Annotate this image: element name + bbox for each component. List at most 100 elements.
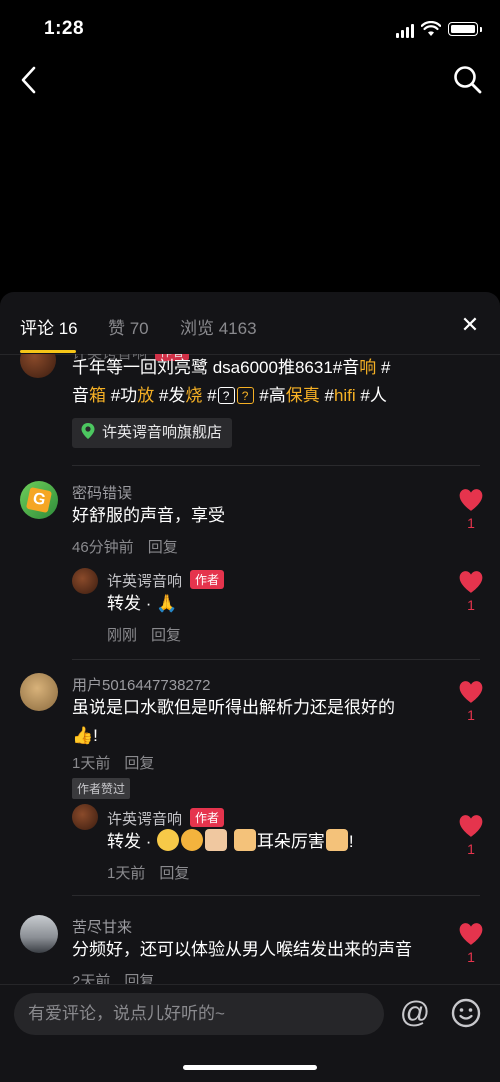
- comment-text: 分频好，还可以体验从男人喉结发出来的声音: [72, 940, 412, 959]
- reply-username-text: 许英谔音响: [107, 811, 183, 828]
- avatar[interactable]: [20, 673, 58, 711]
- reply-username-text: 许英谔音响: [107, 573, 183, 590]
- avatar[interactable]: [20, 354, 56, 378]
- clap-emoji-icon: [205, 829, 228, 851]
- divider: [72, 895, 480, 896]
- hashtag-highlight[interactable]: 响: [359, 358, 376, 377]
- reply-button[interactable]: 回复: [148, 539, 178, 556]
- comment-text-line: 👍!: [72, 726, 98, 745]
- avatar[interactable]: [20, 915, 58, 953]
- grin-emoji-icon: [157, 829, 180, 851]
- tab-comments[interactable]: 评论 16: [20, 314, 78, 339]
- cellular-signal-icon: [396, 24, 414, 38]
- unknown-glyph: ?: [236, 387, 254, 404]
- heart-icon: [459, 571, 483, 593]
- reply-text-part: !: [348, 832, 354, 851]
- comment-input-bar: @: [0, 984, 500, 1082]
- reply-username[interactable]: 许英谔音响 作者: [107, 570, 225, 591]
- like-button[interactable]: 1: [456, 488, 486, 531]
- hashtag-highlight[interactable]: 箱: [89, 386, 106, 405]
- at-icon[interactable]: @: [398, 995, 432, 1031]
- divider: [72, 465, 480, 466]
- unknown-glyph: ?: [217, 387, 235, 404]
- hashtag-highlight[interactable]: 烧: [185, 386, 202, 405]
- comment-list: 许英谔音响作者 千年等一回刘亮鹭 dsa6000推8631#音响 #音箱 #功放…: [0, 354, 500, 984]
- tab-likes[interactable]: 赞 70: [108, 314, 149, 339]
- comment-time: 刚刚: [107, 627, 138, 644]
- laughing-emoji-icon: [181, 829, 204, 851]
- comment-input[interactable]: [14, 993, 384, 1035]
- comment-username[interactable]: 密码错误: [72, 482, 132, 503]
- status-time: 1:28: [44, 18, 85, 39]
- wifi-icon: [421, 21, 441, 36]
- avatar[interactable]: [72, 804, 98, 830]
- comment-meta: 2天前 回复: [72, 970, 154, 984]
- tab-views[interactable]: 浏览 4163: [180, 314, 257, 339]
- reply-button[interactable]: 回复: [124, 973, 154, 984]
- like-button[interactable]: 1: [456, 570, 486, 613]
- comment-time: 46分钟前: [72, 539, 134, 556]
- post-text-part: 音: [72, 386, 89, 405]
- reply-button[interactable]: 回复: [159, 865, 189, 882]
- post-text-part: #功: [106, 386, 138, 405]
- store-label: 许英谔音响旗舰店: [102, 424, 223, 441]
- reply-text: 转发 · 🙏: [107, 594, 178, 613]
- author-tag: 作者: [190, 570, 225, 589]
- heart-icon: [459, 815, 483, 837]
- status-bar: 1:28: [0, 0, 500, 60]
- comment-time: 1天前: [72, 755, 111, 772]
- battery-cap: [480, 27, 482, 32]
- post-text-part: #: [202, 386, 217, 405]
- like-count: 1: [467, 841, 475, 857]
- reply-username[interactable]: 许英谔音响 作者: [107, 808, 225, 829]
- emoji-icon[interactable]: [450, 997, 482, 1029]
- post-text-part: #: [319, 386, 334, 405]
- thumbs-up-emoji-icon: [325, 829, 348, 851]
- comment-meta: 46分钟前 回复: [72, 536, 178, 557]
- active-tab-indicator: [20, 350, 76, 353]
- hashtag-highlight[interactable]: hifi: [334, 386, 356, 405]
- post-text-part: #: [376, 358, 391, 377]
- avatar[interactable]: [72, 568, 98, 594]
- comment-meta: 1天前 回复: [72, 752, 154, 773]
- reply-text-part: 耳朵厉害: [256, 832, 325, 851]
- battery-icon: [448, 22, 478, 36]
- like-count: 1: [467, 515, 475, 531]
- location-pin-icon: [81, 423, 95, 439]
- hashtag-highlight[interactable]: 放: [137, 386, 154, 405]
- comment-sheet: 评论 16 赞 70 浏览 4163 ✕ 许英谔音响作者 千年等一回刘亮鹭 ds…: [0, 292, 500, 1082]
- post-text-part: 千年等一回刘亮鹭 dsa6000推8631#音: [72, 358, 360, 377]
- author-tag: 作者: [190, 808, 225, 827]
- heart-icon: [459, 489, 483, 511]
- post-text-part: #发: [154, 386, 186, 405]
- avatar[interactable]: G: [20, 481, 58, 519]
- author-liked-badge: 作者赞过: [72, 778, 131, 799]
- tab-bar: 评论 16 赞 70 浏览 4163 ✕: [0, 292, 500, 355]
- like-button[interactable]: 1: [456, 814, 486, 857]
- reply-button[interactable]: 回复: [124, 755, 154, 772]
- divider: [72, 659, 480, 660]
- like-button[interactable]: 1: [456, 922, 486, 965]
- thumbs-up-emoji-icon: [233, 829, 256, 851]
- comment-meta: 刚刚 回复: [107, 624, 181, 645]
- comment-time: 1天前: [107, 865, 146, 882]
- store-link[interactable]: 许英谔音响旗舰店: [72, 418, 233, 448]
- post-text-part: #高: [254, 386, 286, 405]
- reply-button[interactable]: 回复: [151, 627, 181, 644]
- comment-time: 2天前: [72, 973, 111, 984]
- close-icon[interactable]: ✕: [456, 311, 484, 339]
- reply-text-part: 转发 ·: [107, 832, 157, 851]
- heart-icon: [459, 923, 483, 945]
- post-text-part: #人: [355, 386, 387, 405]
- back-icon[interactable]: [14, 62, 46, 98]
- like-count: 1: [467, 597, 475, 613]
- like-count: 1: [467, 707, 475, 723]
- comment-username[interactable]: 苦尽甘来: [72, 916, 132, 937]
- comment-username[interactable]: 用户5016447738272: [72, 674, 210, 695]
- search-icon[interactable]: [452, 64, 484, 96]
- heart-icon: [459, 681, 483, 703]
- comment-text: 虽说是口水歌但是听得出解析力还是很好的 👍!: [72, 694, 442, 750]
- hashtag-highlight[interactable]: 保真: [286, 386, 320, 405]
- comment-meta: 1天前 回复: [107, 862, 189, 883]
- like-button[interactable]: 1: [456, 680, 486, 723]
